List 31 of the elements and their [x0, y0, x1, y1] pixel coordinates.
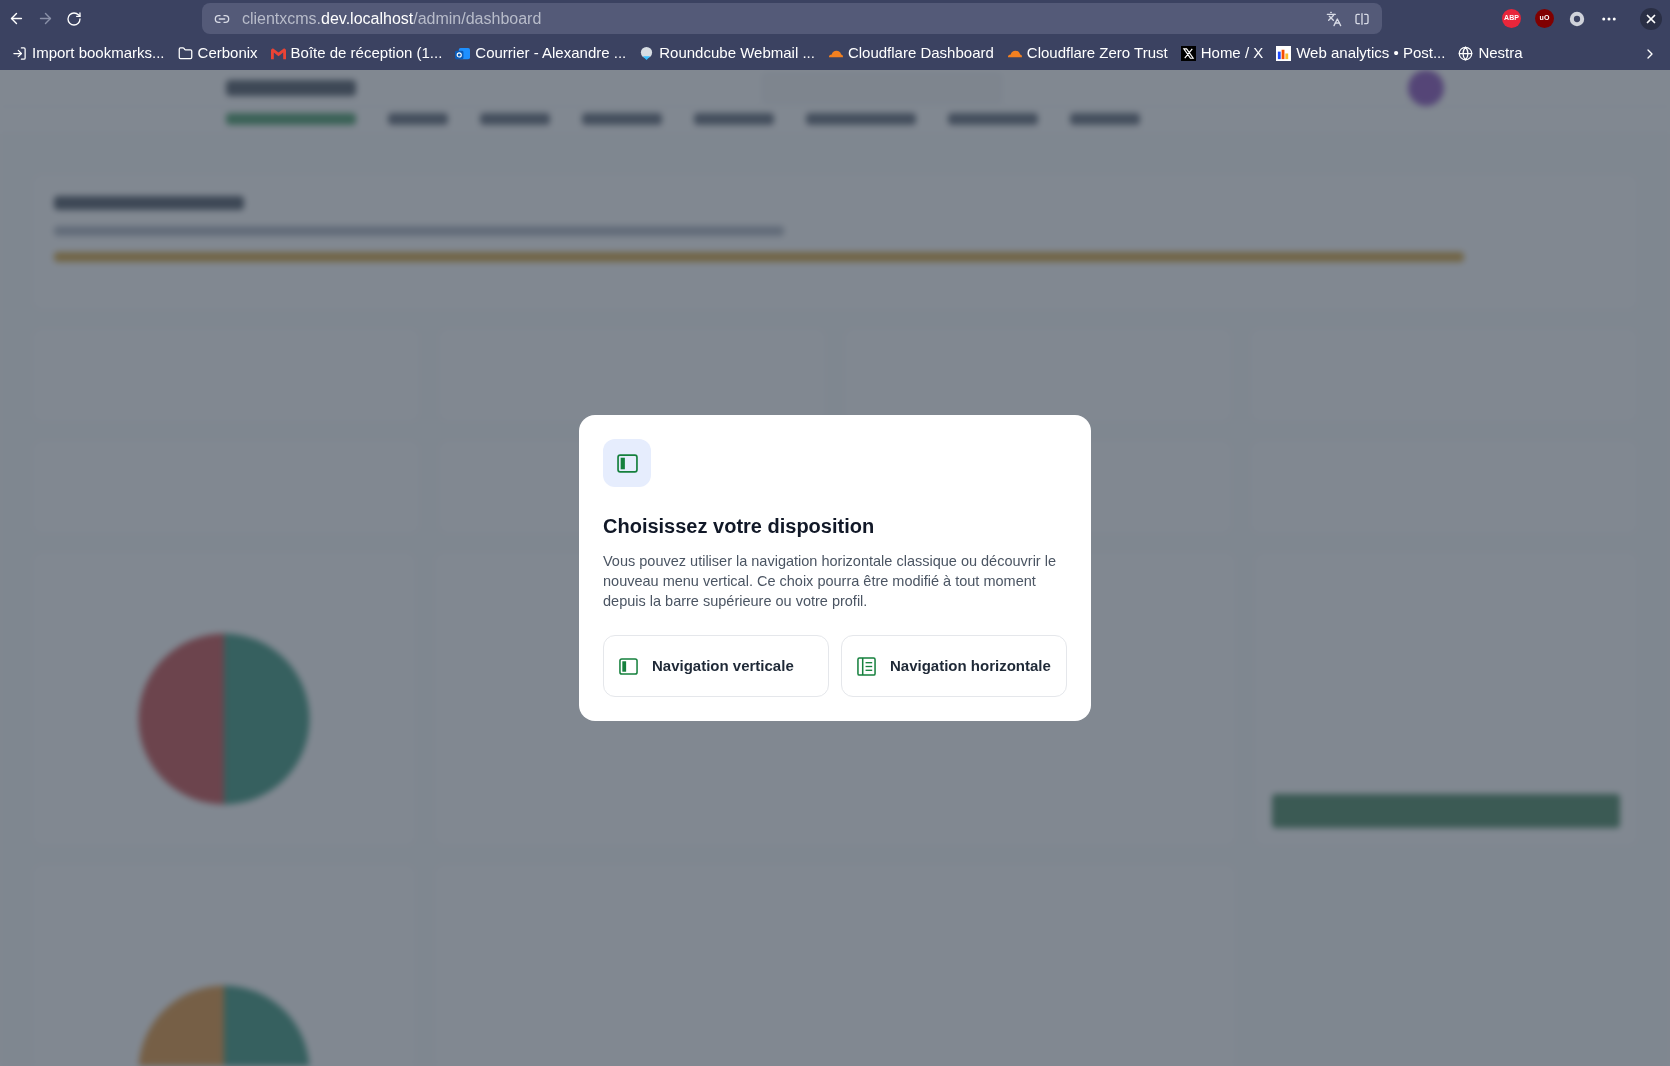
sidebar-layout-icon	[616, 453, 638, 473]
mail-icon	[455, 46, 471, 61]
reader-icon[interactable]	[1354, 10, 1370, 27]
layout-option-button[interactable]: Navigation horizontale	[841, 635, 1067, 697]
import-icon	[12, 46, 27, 61]
dialog-description: Vous pouvez utiliser la navigation horizontale classique ou découvrir le nouveau menu vertical. Ce choix pourra être modifié à tout moment depuis la barre supérieure ou votre profil.	[603, 552, 1057, 611]
sidebar-layout-icon	[619, 656, 638, 676]
layout-option-button[interactable]: Navigation verticale	[603, 635, 829, 697]
translate-icon[interactable]	[1326, 10, 1342, 27]
bookmark[interactable]: Nestra	[1458, 42, 1523, 65]
address-bar[interactable]: clientxcms.dev.localhost/admin/dashboard	[201, 3, 1382, 34]
bookmark[interactable]: Courrier - Alexandre ...	[455, 42, 627, 65]
reload-icon[interactable]	[65, 10, 82, 27]
list-layout-icon	[857, 656, 876, 676]
back-icon[interactable]	[8, 10, 25, 27]
bookmark[interactable]: Cloudflare Zero Trust	[1006, 42, 1168, 65]
dialog-title: Choisissez votre disposition	[603, 514, 876, 539]
bookmark[interactable]: Web analytics • Post...	[1276, 42, 1446, 65]
bookmark[interactable]: Import bookmarks...	[12, 42, 165, 65]
bookmark[interactable]: Roundcube Webmail ...	[639, 42, 815, 65]
bookmark[interactable]: Home / X	[1180, 42, 1264, 65]
chart-icon	[1276, 46, 1292, 61]
bookmark[interactable]: Cloudflare Dashboard	[827, 42, 994, 65]
bookmark[interactable]: Cerbonix	[177, 42, 258, 65]
envelope-icon	[270, 46, 286, 61]
folder-icon	[177, 46, 193, 61]
url-text: clientxcms.dev.localhost/admin/dashboard	[241, 8, 543, 29]
x-logo-icon	[1180, 46, 1196, 61]
close-button[interactable]	[1640, 7, 1662, 30]
bookmark[interactable]: Boîte de réception (1...	[270, 42, 443, 65]
globe-icon	[1458, 46, 1474, 61]
